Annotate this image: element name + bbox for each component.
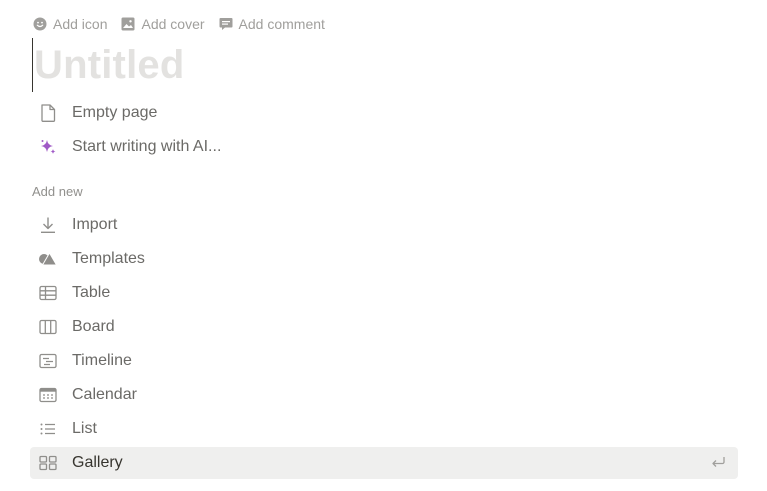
- add-new-heading: Add new: [32, 184, 83, 199]
- list-option[interactable]: List: [30, 413, 738, 445]
- gallery-option[interactable]: Gallery: [30, 447, 738, 479]
- comment-icon: [219, 17, 233, 31]
- smiley-icon: [33, 17, 47, 31]
- calendar-label: Calendar: [72, 386, 137, 403]
- templates-icon: [30, 251, 66, 267]
- table-label: Table: [72, 284, 111, 301]
- add-cover-button[interactable]: Add cover: [121, 16, 205, 32]
- page-title-placeholder: Untitled: [34, 43, 185, 87]
- add-icon-button[interactable]: Add icon: [33, 16, 107, 32]
- import-icon: [30, 216, 66, 234]
- templates-option[interactable]: Templates: [30, 243, 738, 275]
- board-option[interactable]: Board: [30, 311, 738, 343]
- table-icon: [30, 285, 66, 301]
- page-controls: Add icon Add cover Add comment: [33, 14, 325, 34]
- list-icon: [30, 421, 66, 437]
- page-icon: [30, 104, 66, 122]
- enter-key-icon: [710, 455, 726, 474]
- add-icon-label: Add icon: [53, 16, 108, 32]
- image-icon: [121, 17, 135, 31]
- import-option[interactable]: Import: [30, 209, 738, 241]
- calendar-option[interactable]: Calendar: [30, 379, 738, 411]
- list-label: List: [72, 420, 97, 437]
- gallery-label: Gallery: [72, 454, 123, 471]
- empty-page-label: Empty page: [72, 104, 158, 121]
- ai-writing-option[interactable]: Start writing with AI...: [30, 131, 738, 163]
- notion-page: Add icon Add cover Add comment Untitled …: [0, 0, 767, 491]
- timeline-label: Timeline: [72, 352, 132, 369]
- gallery-icon: [30, 455, 66, 471]
- add-comment-label: Add comment: [238, 16, 325, 32]
- ai-writing-label: Start writing with AI...: [72, 138, 222, 155]
- timeline-icon: [30, 353, 66, 369]
- board-icon: [30, 319, 66, 335]
- empty-page-option[interactable]: Empty page: [30, 97, 738, 129]
- add-cover-label: Add cover: [141, 16, 205, 32]
- ai-sparkle-icon: [30, 138, 66, 156]
- import-label: Import: [72, 216, 118, 233]
- templates-label: Templates: [72, 250, 145, 267]
- text-cursor: [32, 38, 33, 92]
- board-label: Board: [72, 318, 115, 335]
- timeline-option[interactable]: Timeline: [30, 345, 738, 377]
- table-option[interactable]: Table: [30, 277, 738, 309]
- calendar-icon: [30, 387, 66, 403]
- page-title-field[interactable]: Untitled: [32, 38, 184, 92]
- add-comment-button[interactable]: Add comment: [219, 16, 325, 32]
